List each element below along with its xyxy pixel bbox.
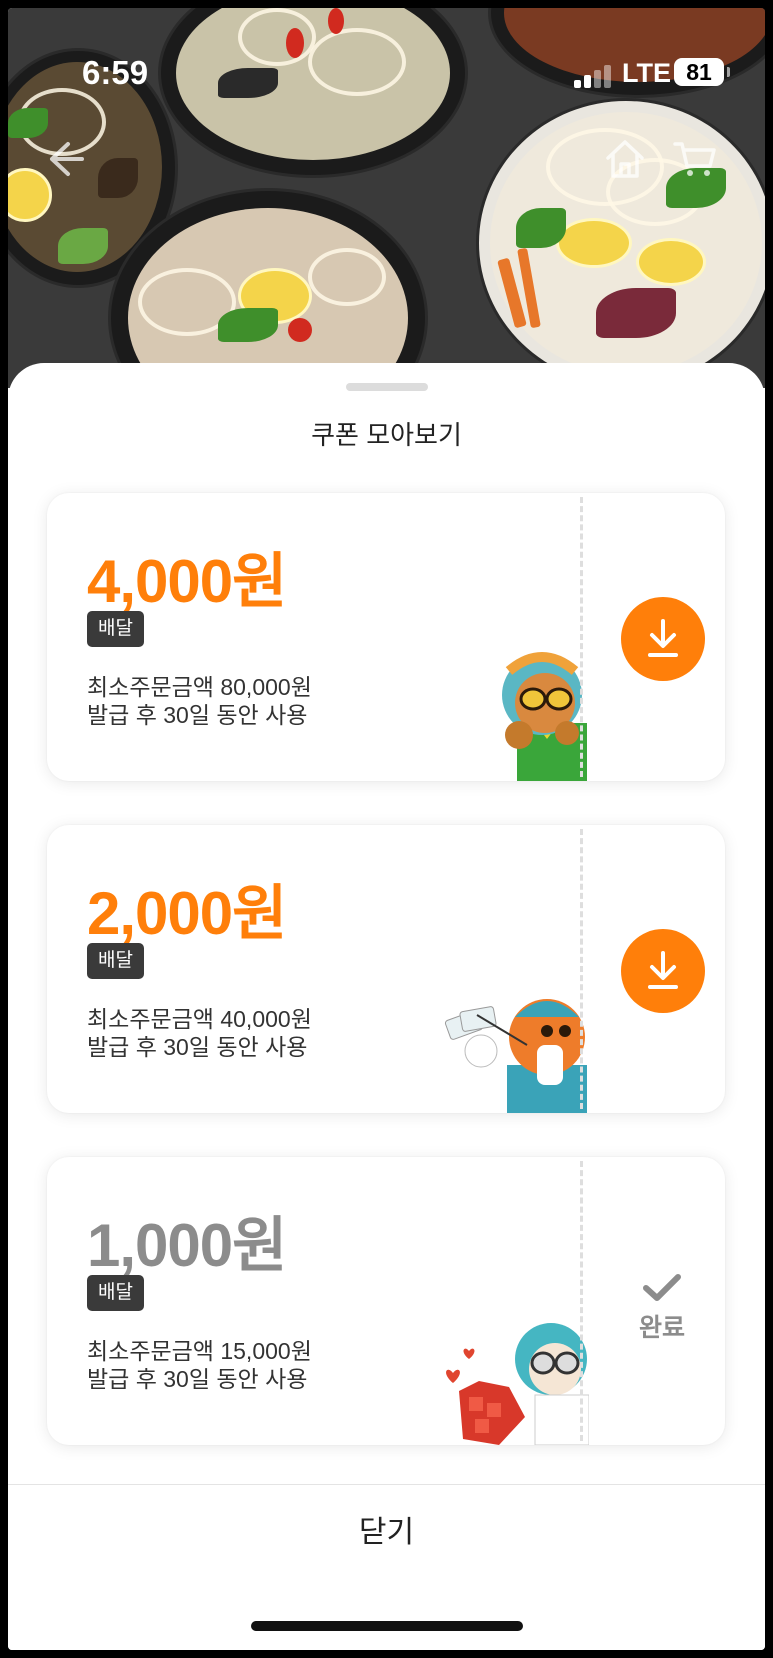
- download-icon: [648, 951, 678, 989]
- signal-icon: [574, 64, 618, 88]
- status-bar: 6:59 LTE 81: [8, 48, 765, 92]
- coupon-validity: 발급 후 30일 동안 사용: [87, 1034, 308, 1060]
- coupon-type-badge: 배달: [87, 943, 144, 979]
- sheet-title: 쿠폰 모아보기: [311, 420, 462, 450]
- coupon-conditions: 최소주문금액 40,000원 발급 후 30일 동안 사용: [87, 1005, 312, 1061]
- home-icon[interactable]: [602, 136, 648, 182]
- network-type: LTE: [622, 58, 671, 88]
- back-arrow-icon[interactable]: [38, 136, 84, 182]
- cart-icon[interactable]: [672, 136, 718, 182]
- battery-icon: 81: [674, 58, 730, 86]
- character-sticker-icon: [437, 975, 587, 1113]
- home-indicator[interactable]: [251, 1621, 523, 1631]
- screen: 6:59 LTE 81 쿠폰 모아보기 4,000원 배달 최소주문금액 80,…: [8, 8, 765, 1650]
- sheet-drag-handle[interactable]: [346, 383, 428, 391]
- coupon-type-badge: 배달: [87, 1275, 144, 1311]
- coupon-amount: 1,000원: [87, 1212, 287, 1279]
- download-coupon-button[interactable]: [621, 929, 705, 1013]
- coupon-validity: 발급 후 30일 동안 사용: [87, 702, 308, 728]
- coupon-perforation: [580, 829, 583, 1109]
- coupon-card: 2,000원 배달 최소주문금액 40,000원 발급 후 30일 동안 사용: [47, 825, 725, 1113]
- coupon-min-order: 최소주문금액 80,000원: [87, 674, 312, 700]
- coupon-amount: 4,000원: [87, 548, 287, 615]
- coupon-perforation: [580, 497, 583, 777]
- coupon-sheet: 쿠폰 모아보기 4,000원 배달 최소주문금액 80,000원 발급 후 30…: [8, 363, 765, 1650]
- character-sticker-icon: [447, 643, 587, 781]
- coupon-perforation: [580, 1161, 583, 1441]
- coupon-min-order: 최소주문금액 15,000원: [87, 1338, 312, 1364]
- download-icon: [648, 619, 678, 657]
- check-icon: [643, 1274, 681, 1301]
- coupon-validity: 발급 후 30일 동안 사용: [87, 1366, 308, 1392]
- coupon-min-order: 최소주문금액 40,000원: [87, 1006, 312, 1032]
- coupon-card: 1,000원 배달 최소주문금액 15,000원 발급 후 30일 동안 사용: [47, 1157, 725, 1445]
- character-sticker-icon: [439, 1307, 590, 1445]
- close-button[interactable]: 닫기: [8, 1485, 765, 1581]
- coupon-conditions: 최소주문금액 15,000원 발급 후 30일 동안 사용: [87, 1337, 312, 1393]
- coupon-conditions: 최소주문금액 80,000원 발급 후 30일 동안 사용: [87, 673, 312, 729]
- coupon-downloaded-status: 완료: [607, 1273, 717, 1344]
- coupon-type-badge: 배달: [87, 611, 144, 647]
- coupon-card: 4,000원 배달 최소주문금액 80,000원 발급 후 30일 동안 사용: [47, 493, 725, 781]
- done-label: 완료: [638, 1314, 685, 1342]
- status-time: 6:59: [82, 54, 149, 91]
- download-coupon-button[interactable]: [621, 597, 705, 681]
- coupon-amount: 2,000원: [87, 880, 287, 947]
